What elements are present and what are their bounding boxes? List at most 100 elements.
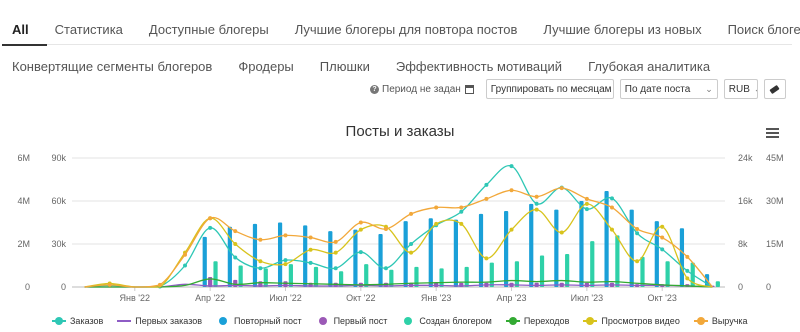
chevron-down-icon: ⌄ [705, 83, 713, 94]
legend-swatch-icon [52, 317, 66, 325]
legend-item[interactable]: Первый пост [316, 316, 388, 326]
data-point [434, 221, 439, 226]
calendar-icon[interactable] [464, 84, 474, 94]
bar [414, 266, 419, 287]
legend-label: Просмотров видео [601, 316, 680, 326]
legend-label: Переходов [523, 316, 570, 326]
legend-item[interactable]: Просмотров видео [583, 316, 680, 326]
tab-converting-segments[interactable]: Конвертящие сегменты блогеров [12, 59, 212, 74]
tab-deep-analytics[interactable]: Глубокая аналитика [588, 59, 710, 74]
legend-item[interactable]: Выручка [693, 316, 748, 326]
bar [504, 211, 509, 287]
data-point [208, 225, 213, 230]
hamburger-icon[interactable] [766, 128, 779, 140]
y-tick-label: 90k [51, 153, 66, 163]
currency-select[interactable]: RUB ⌄ [723, 79, 758, 99]
legend-swatch-icon [316, 317, 330, 325]
tab-blogger-search[interactable]: Поиск блогеров [728, 22, 800, 37]
bar [489, 262, 494, 287]
tab-row-primary: All Статистика Доступные блогеры Лучшие … [2, 14, 800, 46]
bar [554, 209, 559, 287]
legend-swatch-icon [216, 317, 230, 325]
legend-swatch-icon [583, 317, 598, 325]
bar [590, 241, 595, 287]
data-point [534, 201, 539, 206]
data-point [409, 242, 414, 246]
data-point [509, 188, 514, 193]
x-tick-label: Окт '22 [346, 293, 375, 303]
data-point [635, 226, 640, 231]
legend-item[interactable]: Заказов [52, 316, 103, 326]
tab-perks[interactable]: Плюшки [320, 59, 370, 74]
legend-item[interactable]: Первых заказов [117, 316, 202, 326]
sort-by-select[interactable]: По дате поста ⌄ [619, 79, 718, 99]
legend-label: Первый пост [333, 316, 388, 326]
data-point [509, 227, 514, 232]
bar [565, 254, 570, 287]
tab-best-repeat-bloggers[interactable]: Лучшие блогеры для повтора постов [295, 22, 518, 37]
legend-item[interactable]: Создан блогером [401, 316, 492, 326]
y-tick-label: 8k [738, 239, 748, 249]
legend-label: Повторный пост [234, 316, 302, 326]
data-point [383, 266, 388, 271]
data-point [358, 250, 363, 255]
y-tick-label: 0 [61, 282, 66, 292]
legend-item[interactable]: Переходов [505, 316, 570, 326]
tab-motivation-efficiency[interactable]: Эффективность мотиваций [396, 59, 562, 74]
question-icon: ? [370, 84, 379, 94]
legend-label: Заказов [70, 316, 104, 326]
y-tick-label: 45M [766, 153, 784, 163]
tab-all[interactable]: All [2, 22, 46, 46]
data-point [358, 227, 363, 232]
data-point [308, 235, 313, 240]
currency-value: RUB [728, 83, 750, 95]
data-point [308, 260, 313, 265]
data-point [509, 164, 514, 169]
legend-item[interactable]: Повторный пост [216, 316, 302, 326]
filter-toolbar: ? Период не задан Группировать по месяца… [370, 78, 790, 100]
y-tick-label: 0 [738, 282, 743, 292]
data-point [233, 229, 238, 234]
data-point [459, 205, 464, 210]
data-point [534, 207, 539, 212]
period-picker[interactable]: ? Период не задан [370, 84, 474, 95]
bar [378, 233, 383, 287]
legend-swatch-icon [401, 317, 415, 325]
x-tick-label: Апр '23 [496, 293, 526, 303]
bar [514, 261, 520, 287]
bar [478, 213, 484, 287]
chart-legend: Заказов Первых заказов Повторный пост Первы… [52, 316, 762, 326]
data-point [183, 263, 188, 268]
data-point [333, 266, 338, 271]
bar [629, 209, 634, 287]
bar [303, 225, 308, 287]
chart-title: Посты и заказы [345, 123, 455, 140]
group-by-select[interactable]: Группировать по месяцам [485, 79, 614, 99]
bar [364, 264, 369, 287]
y-tick-label: 24k [738, 153, 753, 163]
y-tick-label: 4M [17, 196, 30, 206]
bar [439, 268, 444, 287]
data-point [484, 256, 489, 261]
data-point [258, 259, 263, 264]
y-tick-label: 0 [766, 282, 771, 292]
bar [640, 256, 645, 287]
clear-filters-button[interactable] [763, 79, 786, 99]
data-point [107, 282, 112, 287]
data-point [308, 247, 313, 252]
bar [579, 201, 584, 287]
tab-frauders[interactable]: Фродеры [238, 59, 293, 74]
bar [715, 281, 720, 287]
y-tick-label: 2M [17, 239, 30, 249]
tab-statistics[interactable]: Статистика [55, 22, 123, 37]
tab-bar: All Статистика Доступные блогеры Лучшие … [2, 14, 800, 81]
tab-available-bloggers[interactable]: Доступные блогеры [149, 22, 269, 37]
bar [252, 223, 258, 287]
y-tick-label: 6M [17, 153, 30, 163]
x-tick-label: Окт '23 [648, 293, 677, 303]
data-point [559, 230, 564, 235]
data-point [484, 196, 489, 201]
y-tick-label: 30M [766, 196, 784, 206]
tab-best-new-bloggers[interactable]: Лучшие блогеры из новых [543, 22, 701, 37]
data-point [183, 252, 188, 257]
